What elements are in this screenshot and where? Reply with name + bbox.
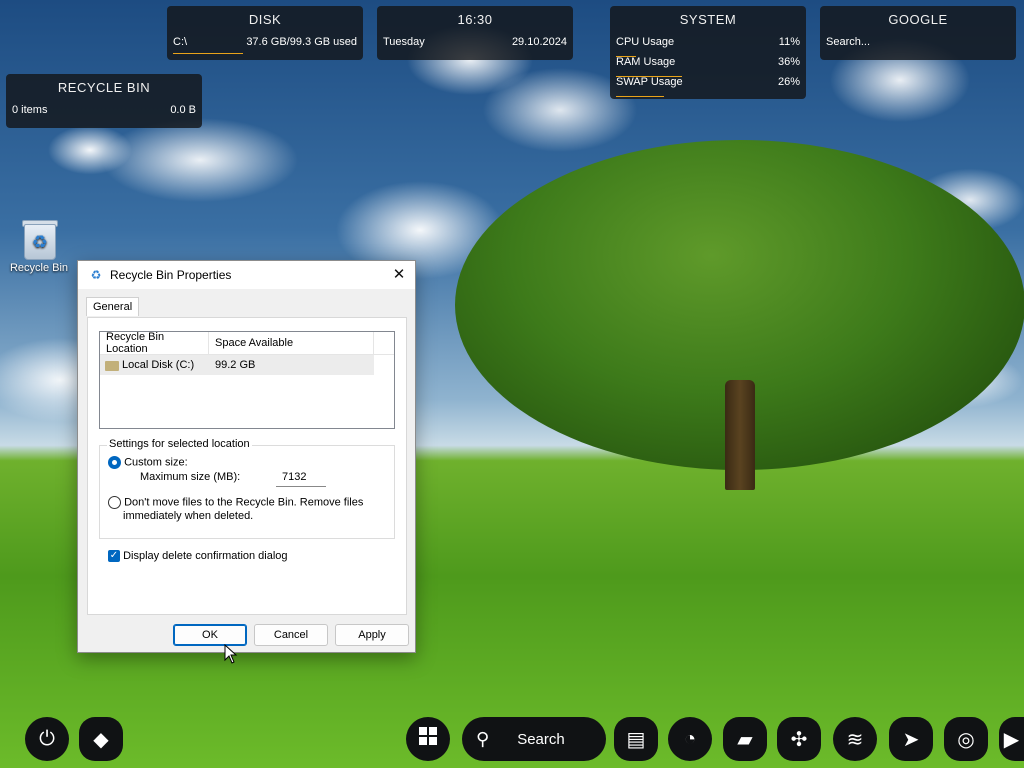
media-app-button[interactable]: ▤	[614, 717, 658, 761]
search-icon: ⚲	[476, 728, 490, 749]
spotify-icon: ≋	[846, 728, 864, 751]
cpu-usage-label: CPU Usage	[616, 36, 675, 48]
system-widget: SYSTEM CPU Usage 11% RAM Usage 36% SWAP …	[610, 6, 806, 99]
ram-usage-bar	[616, 76, 682, 77]
cpu-usage-bar	[616, 56, 636, 57]
dialog-titlebar[interactable]: ♻ Recycle Bin Properties ✕	[78, 261, 415, 289]
telegram-icon: ➤	[902, 728, 920, 751]
google-widget: GOOGLE Search...	[820, 6, 1016, 60]
max-size-input[interactable]	[276, 467, 326, 487]
cancel-button[interactable]: Cancel	[254, 624, 328, 646]
wallpaper-tree-trunk	[725, 380, 755, 490]
start-button[interactable]	[406, 717, 450, 761]
google-search-input[interactable]: Search...	[826, 36, 1010, 48]
settings-group: Settings for selected location Custom si…	[99, 438, 395, 539]
system-widget-title: SYSTEM	[679, 12, 737, 27]
power-icon: ⏻	[39, 727, 55, 750]
max-size-label: Maximum size (MB):	[140, 471, 241, 483]
swap-usage-bar	[616, 96, 664, 97]
dont-move-label-line2: immediately when deleted.	[123, 510, 254, 522]
apply-button[interactable]: Apply	[335, 624, 409, 646]
recycle-bin-size: 0.0 B	[170, 104, 196, 116]
system-row-swap: SWAP Usage 26%	[610, 72, 806, 92]
checkmark-icon[interactable]: ✓	[108, 550, 120, 563]
app-launcher-button[interactable]: ◆	[79, 717, 123, 761]
ram-usage-label: RAM Usage	[616, 56, 676, 68]
youtube-icon: ▶	[1003, 728, 1020, 751]
app-icon: ◆	[93, 728, 109, 751]
windows-start-icon	[419, 727, 437, 751]
column-header-location[interactable]: Recycle Bin Location	[100, 331, 209, 355]
folder-icon: ▰	[737, 728, 753, 751]
disk-drive-label: C:\	[173, 36, 188, 48]
edge-icon: ◔	[683, 727, 697, 750]
list-header: Recycle Bin Location Space Available	[100, 331, 394, 355]
dont-move-option[interactable]: Don't move files to the Recycle Bin. Rem…	[108, 496, 363, 509]
desktop-recycle-bin-label: Recycle Bin	[9, 262, 69, 274]
google-widget-title: GOOGLE	[888, 12, 948, 27]
close-button[interactable]: ✕	[389, 265, 409, 285]
confirm-dialog-option[interactable]: ✓ Display delete confirmation dialog	[108, 550, 288, 563]
ram-usage-value: 36%	[777, 56, 800, 68]
media-player-icon: ▤	[626, 728, 646, 751]
file-explorer-button[interactable]: ▰	[723, 717, 767, 761]
custom-size-radio[interactable]	[108, 456, 121, 469]
disk-widget: DISK C:\ 37.6 GB/99.3 GB used	[167, 6, 363, 60]
general-tab-panel: Recycle Bin Location Space Available Loc…	[87, 317, 407, 615]
custom-size-option[interactable]: Custom size:	[108, 456, 188, 469]
list-item[interactable]: Local Disk (C:) 99.2 GB	[100, 355, 374, 375]
location-space: 99.2 GB	[215, 359, 256, 371]
instagram-icon: ◎	[957, 728, 975, 751]
tab-general[interactable]: General	[86, 297, 140, 316]
location-name: Local Disk (C:)	[122, 359, 195, 371]
puzzle-icon: ✣	[790, 728, 808, 751]
clock-widget: 16:30 Tuesday 29.10.2024	[377, 6, 573, 60]
spotify-button[interactable]: ≋	[833, 717, 877, 761]
disk-usage-bar	[173, 53, 243, 54]
telegram-button[interactable]: ➤	[889, 717, 933, 761]
custom-size-label: Custom size:	[124, 456, 188, 469]
recycle-bin-widget: RECYCLE BIN 0 items 0.0 B	[6, 74, 202, 128]
dont-move-label-line1: Don't move files to the Recycle Bin. Rem…	[124, 496, 364, 509]
dialog-title: Recycle Bin Properties	[110, 268, 232, 282]
recycle-bin-properties-dialog: ♻ Recycle Bin Properties ✕ General Recyc…	[77, 260, 416, 653]
youtube-button[interactable]: ▶	[999, 717, 1024, 761]
column-header-space[interactable]: Space Available	[209, 332, 374, 354]
recycle-bin-location-list[interactable]: Recycle Bin Location Space Available Loc…	[99, 331, 395, 429]
confirm-dialog-label: Display delete confirmation dialog	[123, 550, 288, 562]
swap-usage-label: SWAP Usage	[616, 76, 683, 88]
dont-move-radio[interactable]	[108, 496, 121, 509]
system-row-cpu: CPU Usage 11%	[610, 32, 806, 52]
recycle-bin-icon: ♻	[22, 218, 58, 260]
clock-date: 29.10.2024	[511, 36, 567, 48]
clock-day: Tuesday	[383, 36, 425, 48]
disk-widget-title: DISK	[248, 12, 282, 27]
instagram-button[interactable]: ◎	[944, 717, 988, 761]
cpu-usage-value: 11%	[778, 36, 800, 48]
swap-usage-value: 26%	[777, 76, 800, 88]
mouse-cursor-icon	[224, 643, 238, 669]
power-button[interactable]: ⏻	[25, 717, 69, 761]
taskbar-search-button[interactable]: ⚲ Search	[462, 717, 606, 761]
dialog-tabs: General	[86, 297, 140, 317]
extensions-button[interactable]: ✣	[777, 717, 821, 761]
disk-usage-value: 37.6 GB/99.3 GB used	[246, 36, 357, 48]
desktop-recycle-bin[interactable]: ♻ Recycle Bin	[6, 218, 72, 274]
settings-group-label: Settings for selected location	[107, 438, 252, 450]
recycle-bin-widget-title: RECYCLE BIN	[57, 80, 151, 95]
recycle-bin-icon: ♻	[90, 268, 102, 282]
taskbar-search-label: Search	[517, 730, 565, 748]
drive-folder-icon	[105, 361, 119, 371]
edge-button[interactable]: ◔	[668, 717, 712, 761]
system-row-ram: RAM Usage 36%	[610, 52, 806, 72]
recycle-bin-items: 0 items	[12, 104, 48, 116]
clock-time: 16:30	[457, 12, 493, 27]
ok-button[interactable]: OK	[173, 624, 247, 646]
